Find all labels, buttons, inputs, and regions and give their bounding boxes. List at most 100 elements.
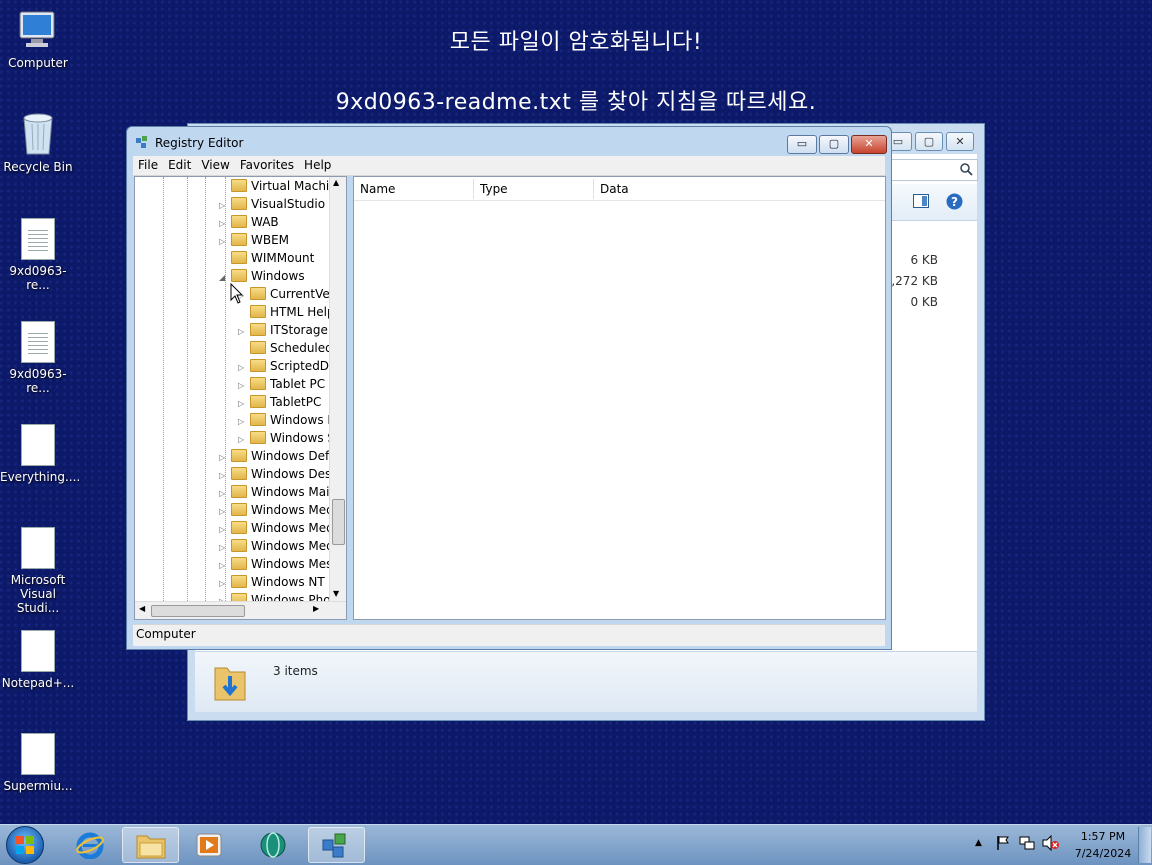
folder-icon — [231, 557, 247, 570]
folder-icon — [231, 251, 247, 264]
taskbar-app[interactable] — [246, 827, 303, 863]
tree-node-label: Virtual Machir — [251, 179, 335, 193]
column-header-type[interactable]: Type — [474, 179, 594, 199]
folder-icon — [250, 431, 266, 444]
scrollbar-thumb[interactable] — [151, 605, 245, 617]
folder-icon — [250, 395, 266, 408]
preview-pane-icon[interactable] — [913, 194, 929, 208]
action-center-flag-icon[interactable] — [996, 835, 1010, 851]
folder-icon — [250, 359, 266, 372]
tree-node-label: Windows Desk — [251, 467, 339, 481]
maximize-button[interactable]: ▢ — [819, 135, 849, 154]
tree-node-label: Windows — [251, 269, 305, 283]
tree-node[interactable]: Scheduled — [238, 339, 333, 357]
tree-vertical-scrollbar[interactable]: ▲ ▼ — [329, 177, 346, 603]
column-header-data[interactable]: Data — [594, 179, 885, 199]
svg-text:?: ? — [951, 195, 958, 209]
search-input[interactable] — [888, 159, 978, 181]
text-file-icon — [21, 218, 55, 260]
tree-node[interactable]: ▷ Windows Med — [219, 537, 334, 555]
tree-node[interactable]: HTML Help — [238, 303, 335, 321]
scroll-left-arrow-icon[interactable]: ◀ — [139, 604, 145, 613]
network-icon[interactable] — [1019, 835, 1035, 851]
tree-node[interactable]: ▷ ITStorage — [238, 321, 328, 339]
tree-node[interactable]: ▷ Windows Mes — [219, 555, 332, 573]
taskbar-registry-editor[interactable] — [308, 827, 365, 863]
tree-horizontal-scrollbar[interactable]: ◀ ▶ — [135, 601, 346, 619]
taskbar-media-player[interactable] — [182, 827, 239, 863]
desktop-icon-readme-2[interactable]: 9xd0963-re... — [0, 321, 76, 395]
title-bar[interactable]: Registry Editor ▭ ▢ ✕ — [127, 127, 891, 157]
help-icon[interactable]: ? — [946, 193, 963, 210]
folder-icon — [231, 269, 247, 282]
internet-explorer-icon — [76, 832, 104, 859]
tree-node[interactable]: ▷ ScriptedDi — [238, 357, 332, 375]
tree-node[interactable]: ▷CurrentVer — [238, 285, 335, 303]
taskbar-internet-explorer[interactable] — [62, 827, 119, 863]
menu-view[interactable]: View — [196, 156, 234, 175]
tree-node[interactable]: ▷ Tablet PC — [238, 375, 325, 393]
desktop-icon-label: 9xd0963-re... — [9, 264, 67, 292]
tree-node[interactable]: ▷ Windows Mail — [219, 483, 333, 501]
menu-help[interactable]: Help — [299, 156, 336, 175]
tree-node-label: Windows S — [270, 431, 335, 445]
tree-node[interactable]: ▷ Windows S — [238, 429, 335, 447]
menu-favorites[interactable]: Favorites — [235, 156, 299, 175]
tree-node-label: ScriptedDi — [270, 359, 333, 373]
tree-node[interactable]: ▷ WAB — [219, 213, 279, 231]
maximize-button[interactable]: ▢ — [915, 132, 943, 151]
desktop-icon-recycle-bin[interactable]: Recycle Bin — [0, 110, 76, 174]
scroll-down-arrow-icon[interactable]: ▼ — [333, 589, 339, 598]
mouse-cursor-icon — [230, 283, 244, 304]
tree-node[interactable]: ▷ Windows Med — [219, 519, 334, 537]
column-header-name[interactable]: Name — [354, 179, 474, 199]
registry-editor-window[interactable]: Registry Editor ▭ ▢ ✕ File Edit View Favori… — [126, 126, 892, 650]
show-hidden-icons-arrow[interactable]: ▲ — [975, 838, 982, 848]
desktop-icon-readme-1[interactable]: 9xd0963-re... — [0, 218, 76, 292]
close-button[interactable]: ✕ — [851, 135, 887, 154]
tree-node[interactable]: Virtual Machir — [219, 177, 334, 195]
tree-node[interactable]: WIMMount — [219, 249, 314, 267]
minimize-button[interactable]: ▭ — [787, 135, 817, 154]
desktop-icon-computer[interactable]: Computer — [0, 10, 76, 70]
regedit-app-icon — [322, 833, 346, 858]
tree-node[interactable]: ▷ Windows NT — [219, 573, 325, 591]
registry-tree[interactable]: Virtual Machir ▷ VisualStudio ▷ WAB ▷ WBEM WIMM… — [134, 176, 347, 620]
desktop-icon-visual-studio[interactable]: Microsoft Visual Studi... — [0, 527, 76, 615]
taskbar-file-explorer[interactable] — [122, 827, 179, 863]
close-button[interactable]: ✕ — [946, 132, 974, 151]
clock-date[interactable]: 7/24/2024 — [1068, 847, 1138, 860]
folder-icon — [250, 305, 266, 318]
tree-node-label: WIMMount — [251, 251, 315, 265]
tree-node[interactable]: ▷ Windows Med — [219, 501, 334, 519]
clock-time[interactable]: 1:57 PM — [1068, 830, 1138, 843]
regedit-app-icon — [136, 136, 147, 148]
menu-file[interactable]: File — [133, 156, 163, 175]
tree-guide-line — [205, 177, 206, 619]
menu-bar: File Edit View Favorites Help — [133, 156, 885, 176]
scrollbar-thumb[interactable] — [332, 499, 345, 545]
tree-node[interactable]: ▷ Windows E — [238, 411, 335, 429]
desktop-icon-supermium[interactable]: Supermiu... — [0, 733, 76, 793]
scroll-right-arrow-icon[interactable]: ▶ — [313, 604, 319, 613]
volume-muted-icon[interactable] — [1042, 835, 1060, 851]
scroll-up-arrow-icon[interactable]: ▲ — [333, 178, 339, 187]
folder-icon — [231, 503, 247, 516]
folder-icon — [231, 485, 247, 498]
tree-node-label: Scheduled — [270, 341, 333, 355]
tree-node[interactable]: ▷ TabletPC — [238, 393, 321, 411]
menu-edit[interactable]: Edit — [163, 156, 196, 175]
desktop-icon-everything[interactable]: Everything.... — [0, 424, 80, 484]
tree-node[interactable]: ▷ Windows Defe — [219, 447, 337, 465]
tree-node[interactable]: ▷ VisualStudio — [219, 195, 325, 213]
show-desktop-button[interactable] — [1138, 827, 1151, 863]
tree-node-label: Windows E — [270, 413, 335, 427]
values-list[interactable]: Name Type Data — [353, 176, 886, 620]
ransom-message-line1: 모든 파일이 암호화됩니다! — [449, 30, 703, 55]
file-icon — [21, 527, 55, 569]
tree-node[interactable]: ▷ WBEM — [219, 231, 289, 249]
start-button[interactable] — [6, 826, 44, 864]
desktop-icon-notepad-plus[interactable]: Notepad+... — [0, 630, 76, 690]
tree-node[interactable]: ▷ Windows Desk — [219, 465, 338, 483]
file-icon — [21, 733, 55, 775]
